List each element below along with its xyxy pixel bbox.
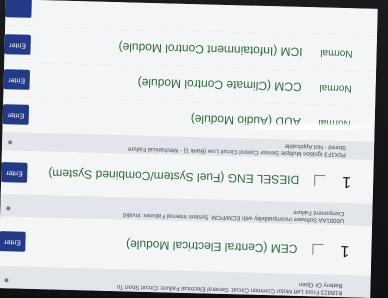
fault-dot-icon	[6, 206, 11, 211]
dtc-count: 1	[342, 173, 352, 191]
chevron-down-icon[interactable]	[312, 243, 324, 256]
enter-button[interactable]: Enter	[3, 69, 31, 90]
fault-cem-text: B1B823 Front Left Motor Common Circuit: …	[116, 280, 343, 296]
module-status: Normal	[320, 46, 353, 59]
enter-button[interactable]: Enter	[1, 162, 28, 183]
enter-button[interactable]: Enter	[0, 231, 26, 252]
enter-button[interactable]	[5, 0, 32, 18]
module-name: ICM (Infotainment Control Module)	[118, 40, 303, 59]
module-name: CEM (Central Electrical Module)	[125, 237, 298, 256]
module-name: DIESEL ENG (Fuel System/Combined System)	[48, 166, 300, 187]
enter-button[interactable]: Enter	[4, 34, 31, 55]
enter-button[interactable]: Enter	[2, 104, 30, 125]
screen-glare	[235, 124, 375, 130]
photo-background: B1B823 Front Left Motor Common Circuit: …	[0, 0, 388, 298]
chevron-down-icon[interactable]	[314, 174, 326, 187]
fault-dot-icon	[8, 140, 13, 145]
module-name: CCM (Climate Control Module)	[137, 75, 302, 94]
dtc-count: 1	[340, 242, 350, 260]
fault-dot-icon	[4, 278, 9, 283]
module-status: Normal	[319, 81, 352, 94]
diagnostic-screen: B1B823 Front Left Motor Common Circuit: …	[0, 0, 378, 298]
